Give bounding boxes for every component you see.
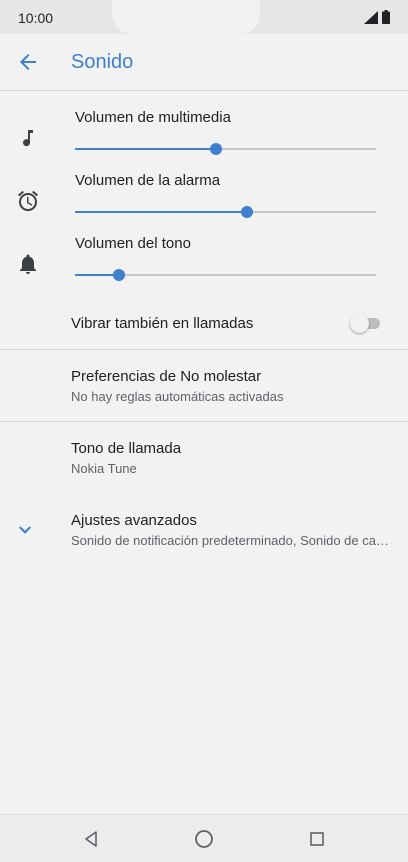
slider-thumb[interactable] — [210, 143, 223, 155]
advanced-settings-row[interactable]: Ajustes avanzados Sonido de notificación… — [0, 494, 408, 566]
recents-square-icon[interactable] — [305, 827, 329, 851]
status-bar: 10:00 — [0, 0, 408, 34]
dnd-preferences-row[interactable]: Preferencias de No molestar No hay regla… — [0, 350, 408, 421]
slider-thumb[interactable] — [240, 206, 253, 218]
battery-icon — [382, 10, 390, 24]
back-arrow-icon[interactable] — [16, 50, 40, 74]
ringtone-title: Tono de llamada — [71, 440, 182, 457]
music-note-icon — [23, 130, 33, 147]
vibrate-label: Vibrar también en llamadas — [71, 315, 254, 332]
alarm-volume-label: Volumen de la alarma — [75, 172, 221, 189]
chevron-down-icon — [19, 526, 31, 534]
alarm-clock-icon — [18, 190, 38, 212]
page-title: Sonido — [71, 51, 134, 73]
media-volume-label: Volumen de multimedia — [75, 109, 231, 126]
ringtone-row[interactable]: Tono de llamada Nokia Tune — [0, 422, 408, 494]
status-time: 10:00 — [18, 10, 54, 26]
dnd-title: Preferencias de No molestar — [71, 368, 262, 385]
slider-fill — [75, 148, 217, 150]
navigation-bar — [0, 814, 408, 862]
ring-volume-label: Volumen del tono — [75, 235, 191, 252]
ring-volume-slider[interactable] — [75, 268, 376, 282]
app-bar: Sonido — [0, 34, 408, 91]
alarm-volume-slider[interactable] — [75, 205, 376, 219]
toggle-thumb — [350, 314, 369, 333]
advanced-title: Ajustes avanzados — [71, 512, 197, 529]
signal-icon — [364, 10, 378, 24]
back-triangle-icon[interactable] — [79, 827, 103, 851]
display-notch — [112, 0, 260, 34]
advanced-subtitle: Sonido de notificación predeterminado, S… — [71, 533, 393, 548]
media-volume-slider[interactable] — [75, 142, 376, 156]
bell-icon — [20, 254, 36, 274]
home-circle-icon[interactable] — [192, 827, 216, 851]
slider-fill — [75, 211, 247, 213]
status-icons — [364, 10, 390, 24]
vibrate-toggle[interactable] — [350, 313, 382, 333]
vibrate-row[interactable]: Vibrar también en llamadas — [0, 300, 408, 348]
slider-thumb[interactable] — [112, 269, 125, 281]
ringtone-subtitle: Nokia Tune — [71, 461, 137, 476]
dnd-subtitle: No hay reglas automáticas activadas — [71, 389, 284, 404]
